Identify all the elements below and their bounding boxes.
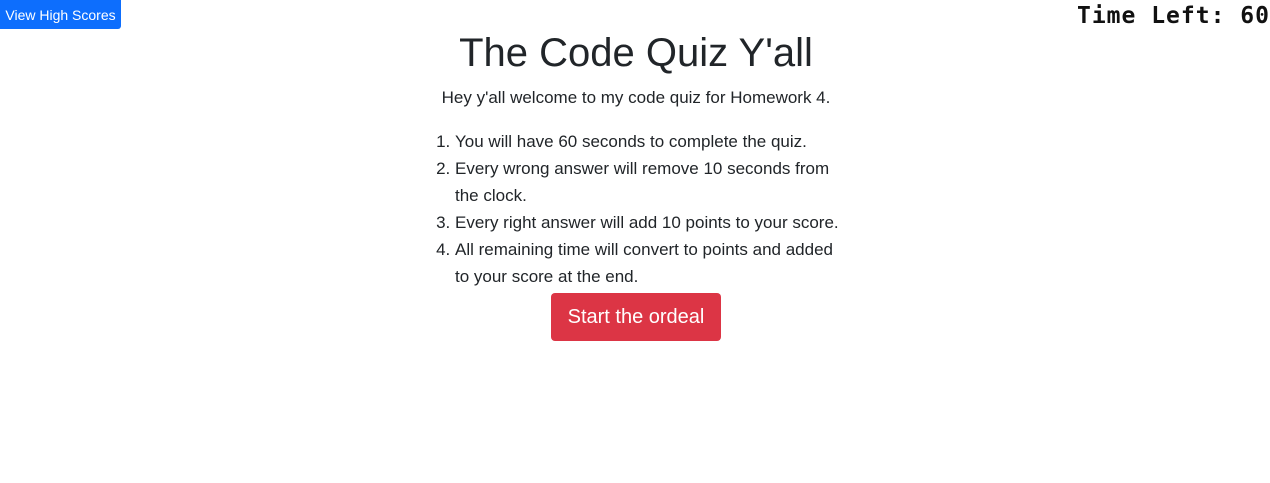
- timer-label: Time Left:: [1076, 3, 1241, 29]
- page-title: The Code Quiz Y'all: [459, 31, 813, 75]
- rule-item: You will have 60 seconds to complete the…: [455, 128, 851, 155]
- rule-item: Every wrong answer will remove 10 second…: [455, 155, 851, 209]
- rules-list: You will have 60 seconds to complete the…: [421, 128, 851, 290]
- rule-item: All remaining time will convert to point…: [455, 236, 851, 290]
- rule-item: Every right answer will add 10 points to…: [455, 209, 851, 236]
- view-high-scores-button[interactable]: View High Scores: [0, 0, 121, 29]
- quiz-start-page: View High Scores Time Left: 60 The Code …: [0, 0, 1270, 483]
- timer-value: 60: [1240, 3, 1270, 29]
- timer-display: Time Left: 60: [1077, 2, 1270, 30]
- quiz-intro: The Code Quiz Y'all Hey y'all welcome to…: [421, 28, 851, 341]
- start-quiz-button[interactable]: Start the ordeal: [551, 293, 721, 341]
- welcome-text: Hey y'all welcome to my code quiz for Ho…: [441, 88, 831, 107]
